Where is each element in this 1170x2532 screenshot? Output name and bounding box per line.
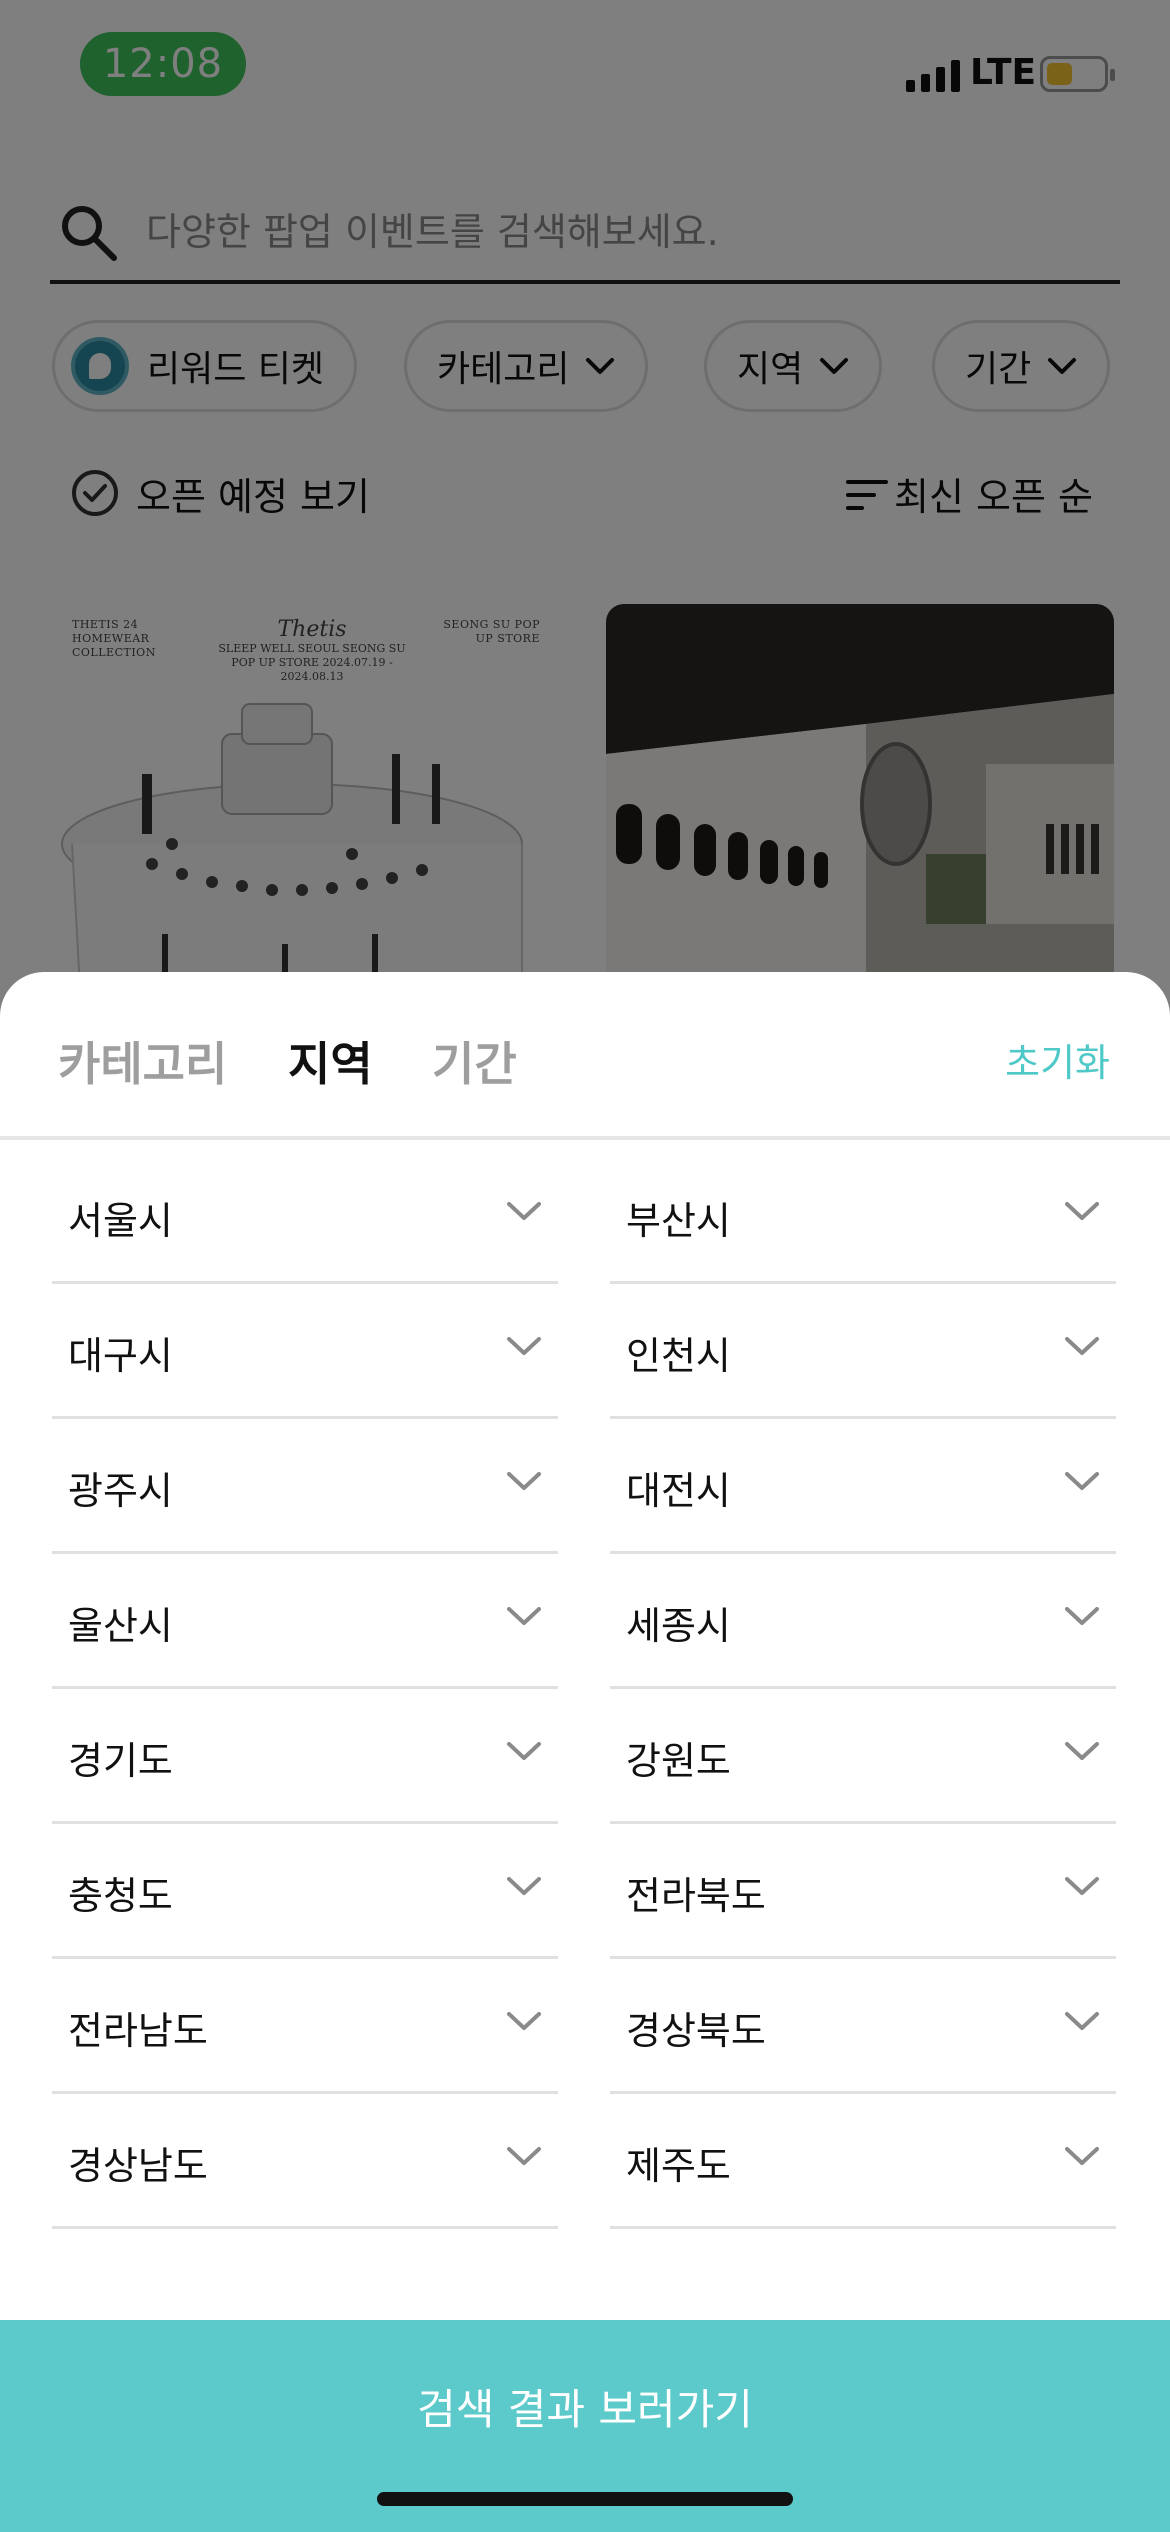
region-dropdown[interactable]: 전라북도 [610, 1825, 1116, 1959]
region-label: 경상북도 [626, 2009, 766, 2053]
filter-bottom-sheet: 카테고리 지역 기간 초기화 서울시 부산시대구시 인천시광주시 대전시울산시 세종시경… [0, 972, 1170, 2532]
search-results-button[interactable]: 검색 결과 보러가기 [0, 2320, 1170, 2532]
region-label: 전라북도 [626, 1874, 766, 1918]
region-label: 광주시 [68, 1469, 173, 1513]
region-dropdown[interactable]: 세종시 [610, 1555, 1116, 1689]
region-dropdown[interactable]: 인천시 [610, 1285, 1116, 1419]
region-label: 세종시 [626, 1604, 731, 1648]
chevron-down-icon [507, 1202, 541, 1220]
region-label: 제주도 [626, 2144, 731, 2188]
tab-region[interactable]: 지역 [288, 1028, 373, 1094]
chevron-down-icon [1065, 1877, 1099, 1895]
region-label: 서울시 [68, 1199, 173, 1243]
region-dropdown[interactable]: 대전시 [610, 1420, 1116, 1554]
region-label: 경기도 [68, 1739, 173, 1783]
chevron-down-icon [1065, 1607, 1099, 1625]
region-label: 부산시 [626, 1199, 731, 1243]
region-dropdown[interactable]: 서울시 [52, 1150, 558, 1284]
chevron-down-icon [1065, 1202, 1099, 1220]
region-dropdown[interactable]: 경기도 [52, 1690, 558, 1824]
chevron-down-icon [1065, 1472, 1099, 1490]
chevron-down-icon [507, 1607, 541, 1625]
chevron-down-icon [1065, 1742, 1099, 1760]
chevron-down-icon [507, 1877, 541, 1895]
region-label: 대전시 [626, 1469, 731, 1513]
region-label: 대구시 [68, 1334, 173, 1378]
sheet-tab-bar: 카테고리 지역 기간 초기화 [0, 972, 1170, 1140]
region-dropdown[interactable]: 충청도 [52, 1825, 558, 1959]
region-dropdown[interactable]: 강원도 [610, 1690, 1116, 1824]
region-label: 강원도 [626, 1739, 731, 1783]
chevron-down-icon [1065, 2012, 1099, 2030]
region-label: 울산시 [68, 1604, 173, 1648]
chevron-down-icon [507, 2012, 541, 2030]
region-dropdown[interactable]: 광주시 [52, 1420, 558, 1554]
region-dropdown[interactable]: 전라남도 [52, 1960, 558, 2094]
search-results-label: 검색 결과 보러가기 [417, 2385, 753, 2434]
tab-period[interactable]: 기간 [432, 1028, 517, 1094]
chevron-down-icon [1065, 1337, 1099, 1355]
chevron-down-icon [507, 1337, 541, 1355]
chevron-down-icon [507, 1742, 541, 1760]
region-label: 경상남도 [68, 2144, 208, 2188]
region-dropdown[interactable]: 대구시 [52, 1285, 558, 1419]
region-dropdown[interactable]: 경상북도 [610, 1960, 1116, 2094]
home-indicator [377, 2492, 793, 2506]
chevron-down-icon [507, 1472, 541, 1490]
region-dropdown[interactable]: 제주도 [610, 2095, 1116, 2229]
region-dropdown[interactable]: 울산시 [52, 1555, 558, 1689]
region-label: 인천시 [626, 1334, 731, 1378]
region-dropdown[interactable]: 경상남도 [52, 2095, 558, 2229]
reset-button[interactable]: 초기화 [1005, 1032, 1110, 1087]
chevron-down-icon [1065, 2147, 1099, 2165]
region-dropdown[interactable]: 부산시 [610, 1150, 1116, 1284]
region-label: 충청도 [68, 1874, 173, 1918]
tab-category[interactable]: 카테고리 [58, 1028, 227, 1094]
region-label: 전라남도 [68, 2009, 208, 2053]
chevron-down-icon [507, 2147, 541, 2165]
